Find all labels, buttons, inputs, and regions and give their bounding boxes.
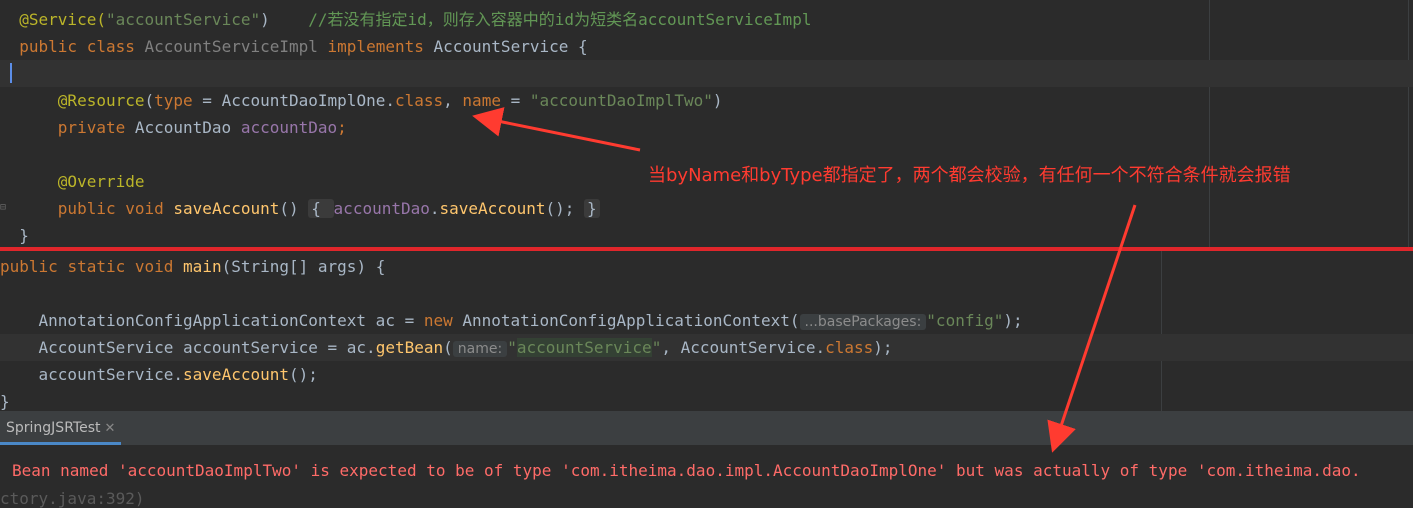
annotation-arrows <box>472 107 1137 453</box>
arrow-to-error <box>1047 204 1137 453</box>
arrow-to-resource <box>472 107 641 152</box>
